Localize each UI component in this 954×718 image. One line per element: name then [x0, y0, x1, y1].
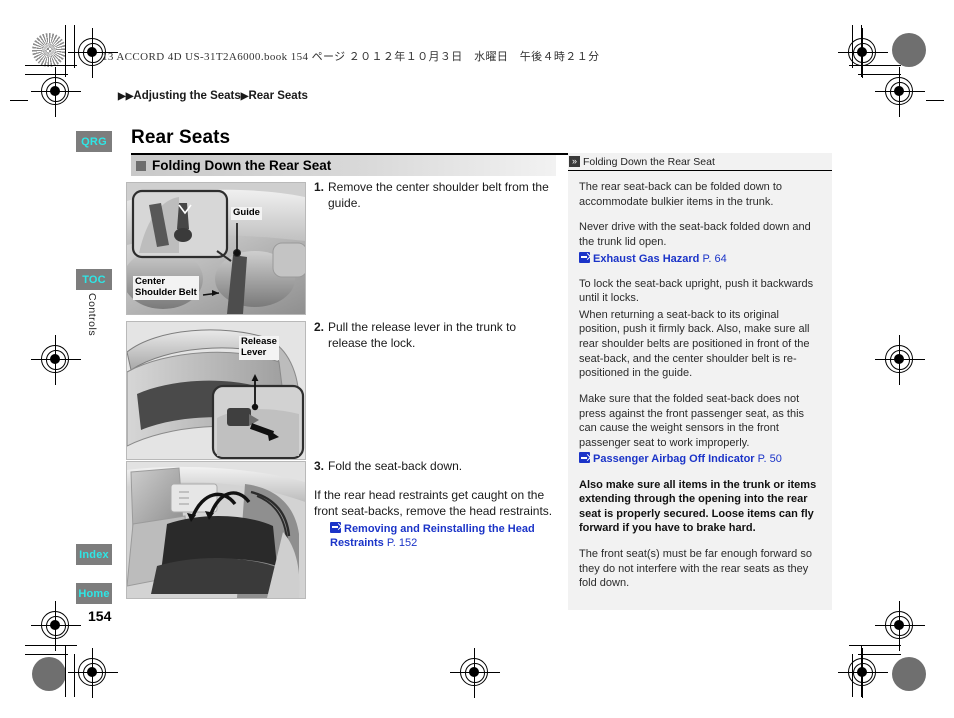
section-heading-label: Folding Down the Rear Seat	[152, 158, 332, 173]
head-restraint-note-text: If the rear head restraints get caught o…	[314, 488, 553, 518]
crop-mark-br-h1	[849, 645, 901, 646]
link-page: P. 152	[386, 536, 418, 549]
jump-link-icon	[579, 452, 590, 464]
figure-center-shoulder-belt-guide: Guide Center Shoulder Belt	[126, 182, 306, 315]
step-3: 3. Fold the seat-back down.	[314, 459, 554, 475]
crop-mark-right-edge	[926, 100, 944, 101]
print-job-header: 13 ACCORD 4D US-31T2A6000.book 154 ページ ２…	[102, 51, 600, 63]
link-passenger-airbag-off-indicator[interactable]: Passenger Airbag Off Indicator P. 50	[579, 452, 821, 466]
step-3-text: Fold the seat-back down.	[328, 459, 463, 474]
crop-mark-tl-v2	[74, 25, 75, 68]
step-2: 2. Pull the release lever in the trunk t…	[314, 320, 554, 352]
manual-page: 13 ACCORD 4D US-31T2A6000.book 154 ページ ２…	[0, 0, 954, 718]
info-paragraph-1: The rear seat-back can be folded down to…	[579, 181, 783, 208]
info-paragraph-4: When returning a seat-back to its origin…	[579, 308, 810, 380]
crop-mark-tl-h1	[25, 65, 77, 66]
crop-mark-tr-h1	[849, 65, 901, 66]
info-paragraph-3: To lock the seat-back upright, push it b…	[579, 277, 814, 305]
registration-blob-top-left	[32, 33, 66, 67]
crop-mark-br-h2	[858, 654, 901, 655]
figure-3-illustration	[127, 462, 305, 598]
registration-target-bottom-right	[875, 601, 925, 651]
info-paragraph-7: The front seat(s) must be far enough for…	[579, 548, 812, 590]
registration-target-mid-left	[31, 67, 81, 117]
page-title: Rear Seats	[131, 127, 231, 148]
breadcrumb-arrow-1: ▶	[118, 91, 126, 102]
registration-target-bottom-left	[31, 601, 81, 651]
sidebar-tab-qrg[interactable]: QRG	[76, 131, 112, 152]
breadcrumb-part-2: Rear Seats	[248, 90, 308, 102]
sidebar-tab-toc[interactable]: TOC	[76, 269, 112, 290]
info-paragraph-6: Also make sure all items in the trunk or…	[579, 478, 817, 535]
info-panel-header-label: Folding Down the Rear Seat	[583, 155, 715, 168]
chevron-double-right-icon: »	[569, 156, 580, 167]
registration-target-left-center	[31, 335, 81, 385]
crop-mark-bl-h1	[25, 645, 77, 646]
figure-trunk-release-lever: Release Lever	[126, 321, 306, 460]
registration-target-right-center	[875, 335, 925, 385]
page-number: 154	[88, 608, 112, 624]
figure-2-callout-release-lever: Release Lever	[239, 336, 279, 360]
link-exhaust-gas-hazard[interactable]: Exhaust Gas Hazard P. 64	[579, 251, 821, 266]
section-vertical-label: Controls	[86, 293, 98, 337]
figure-1-callout-belt: Center Shoulder Belt	[133, 276, 199, 300]
link-page: P. 50	[757, 453, 782, 466]
registration-blob-bottom-left	[32, 657, 66, 691]
breadcrumb: ▶▶Adjusting the Seats▶Rear Seats	[118, 90, 308, 102]
sidebar-tab-home[interactable]: Home	[76, 583, 112, 604]
info-paragraph-2: Never drive with the seat-back folded do…	[579, 221, 811, 248]
info-panel: » Folding Down the Rear Seat The rear se…	[568, 153, 832, 610]
link-removing-reinstalling-head-restraints[interactable]: Removing and Reinstalling the Head Restr…	[330, 521, 554, 550]
crop-mark-br-v1	[861, 645, 862, 697]
step-1-text: Remove the center shoulder belt from the…	[328, 180, 549, 211]
square-bullet-icon	[136, 160, 146, 171]
step-2-number: 2.	[314, 320, 325, 334]
link-label: Removing and Reinstalling the Head Restr…	[330, 522, 535, 549]
crop-mark-left-edge	[10, 100, 28, 101]
figure-1-callout-guide: Guide	[231, 207, 262, 220]
crop-mark-bl-h2	[25, 654, 68, 655]
link-label: Passenger Airbag Off Indicator	[593, 453, 755, 466]
crop-mark-tl-h2	[25, 74, 68, 75]
crop-mark-tr-h2	[858, 74, 901, 75]
info-panel-body: The rear seat-back can be folded down to…	[568, 171, 832, 591]
link-label: Exhaust Gas Hazard	[593, 252, 700, 265]
step-2-text: Pull the release lever in the trunk to r…	[328, 320, 517, 351]
crop-mark-tl-v1	[65, 25, 66, 77]
crop-mark-tr-v2	[852, 25, 853, 68]
registration-target-bottom-center	[450, 648, 500, 698]
info-paragraph-5: Make sure that the folded seat-back does…	[579, 392, 805, 449]
info-panel-header: » Folding Down the Rear Seat	[568, 153, 832, 171]
jump-link-icon	[579, 251, 590, 263]
breadcrumb-part-1: Adjusting the Seats	[133, 90, 241, 102]
crop-mark-bl-v2	[74, 654, 75, 697]
jump-link-icon	[330, 521, 341, 533]
figure-folded-rear-seat-back	[126, 461, 306, 599]
registration-blob-bottom-right	[892, 657, 926, 691]
step-1-number: 1.	[314, 180, 325, 194]
section-heading: Folding Down the Rear Seat	[131, 155, 556, 176]
registration-blob-top-right	[892, 33, 926, 67]
step-1: 1. Remove the center shoulder belt from …	[314, 180, 554, 212]
registration-target-bottom-left-low	[68, 648, 118, 698]
head-restraint-note: If the rear head restraints get caught o…	[314, 488, 554, 550]
link-page: P. 64	[702, 252, 727, 265]
crop-mark-br-v2	[852, 654, 853, 697]
step-3-number: 3.	[314, 459, 325, 473]
sidebar-tab-index[interactable]: Index	[76, 544, 112, 565]
registration-target-mid-right	[875, 67, 925, 117]
crop-mark-bl-v1	[65, 645, 66, 697]
crop-mark-tr-v1	[861, 25, 862, 77]
